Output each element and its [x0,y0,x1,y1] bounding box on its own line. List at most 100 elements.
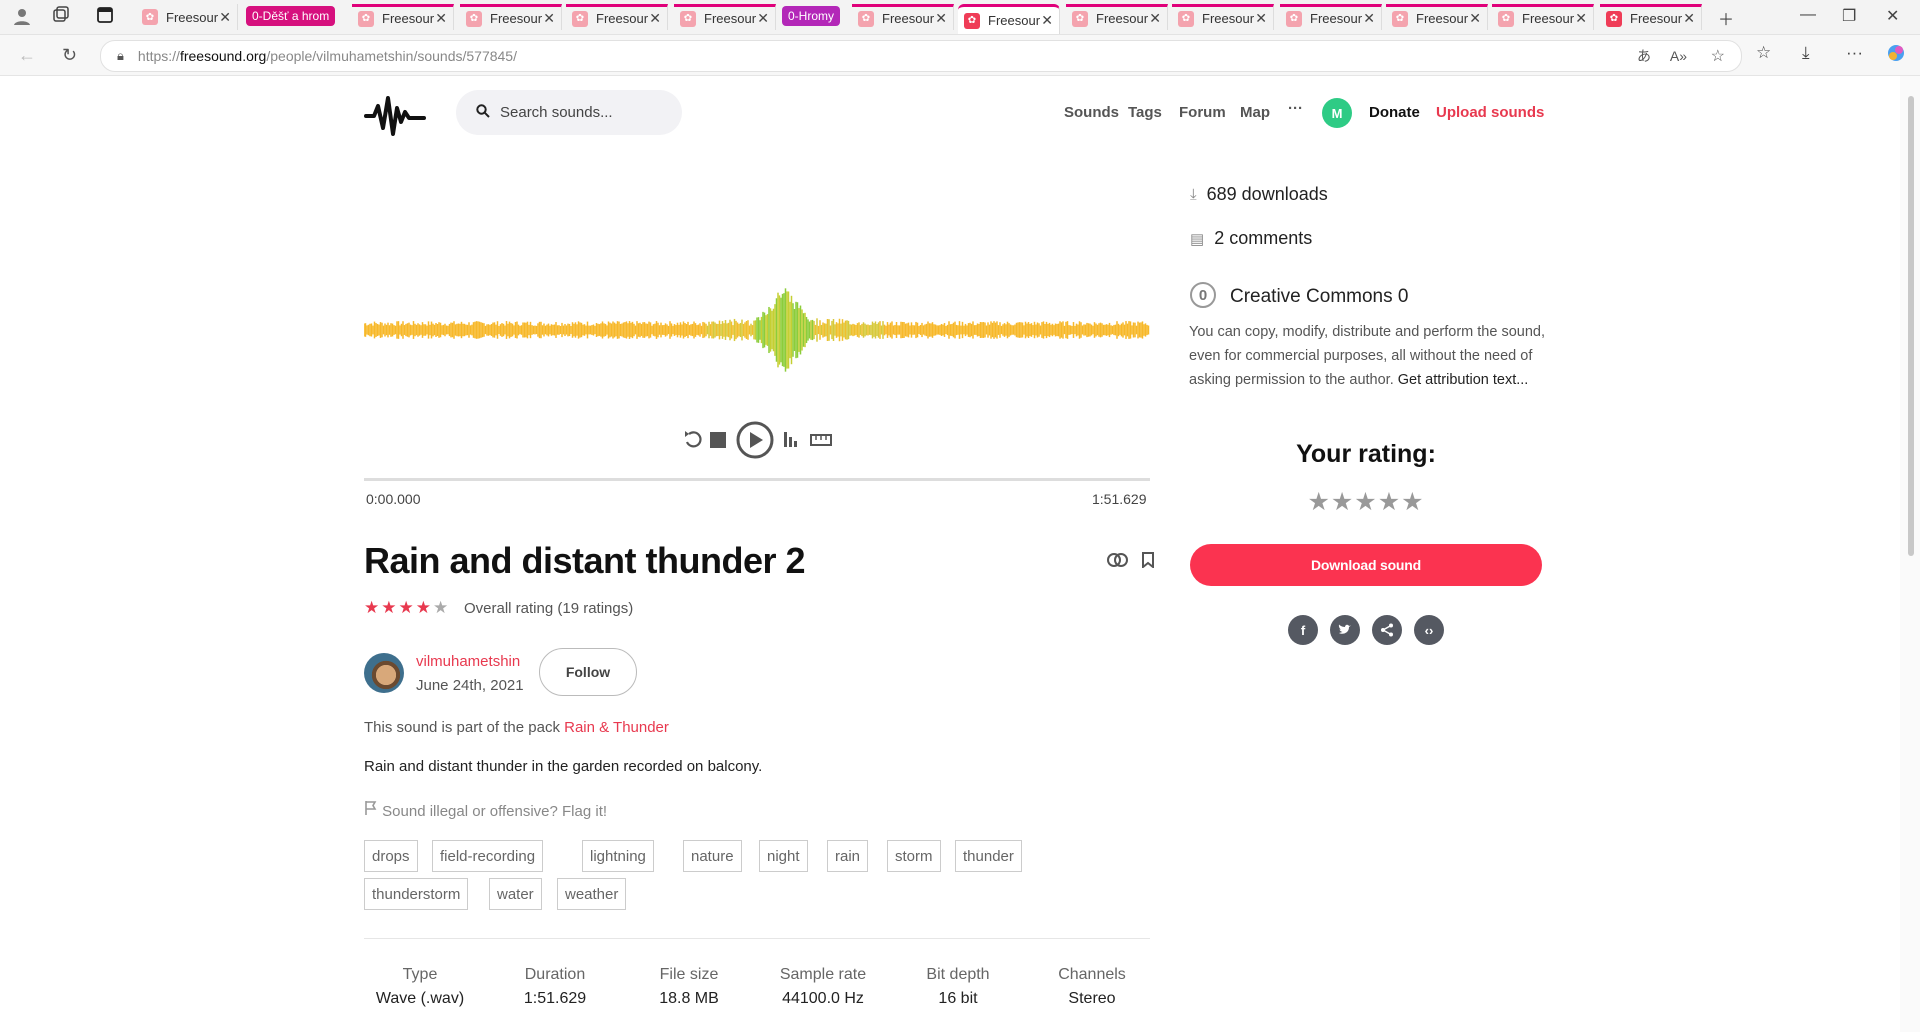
tag-item[interactable]: field-recording [432,840,544,872]
tab-close-icon[interactable]: ✕ [649,10,661,27]
tag-item[interactable]: lightning [582,840,654,872]
bookmark-icon[interactable] [1141,552,1155,572]
scrollbar-thumb[interactable] [1908,96,1914,556]
flag-link[interactable]: Sound illegal or offensive? Flag it! [364,800,607,820]
follow-button[interactable]: Follow [539,648,637,696]
tag-item[interactable]: thunderstorm [364,878,469,910]
freesound-favicon-icon: ✿ [1072,10,1088,27]
browser-tab[interactable]: ✿ Freesour ✕ [958,4,1060,34]
nav-more-icon[interactable]: ··· [1288,100,1303,117]
new-tab-icon[interactable]: ＋ [1718,6,1734,30]
facebook-share-icon[interactable]: f [1288,615,1318,645]
tab-close-icon[interactable]: ✕ [1469,10,1481,27]
tag-item[interactable]: water [489,878,542,910]
copilot-icon[interactable] [1886,43,1906,68]
similar-sounds-icon[interactable] [1106,552,1135,572]
attribution-link[interactable]: Get attribution text... [1398,372,1529,388]
loop-icon[interactable] [685,431,702,448]
user-avatar[interactable] [364,653,404,693]
tag-item[interactable]: thunder [955,840,1022,872]
refresh-icon[interactable]: ↻ [62,45,77,66]
browser-tab[interactable]: ✿ Freesour ✕ [852,4,954,30]
browser-tab[interactable]: ✿ Freesour ✕ [1172,4,1274,30]
divider [364,938,1150,939]
browser-tab[interactable]: ✿ Freesour ✕ [1600,4,1702,30]
url-field[interactable]: 🔒︎ https://freesound.org/people/vilmuham… [100,40,1742,72]
lock-icon[interactable]: 🔒︎ [117,48,124,64]
tag-item[interactable]: rain [827,840,869,872]
donate-link[interactable]: Donate [1369,104,1420,121]
embed-icon[interactable]: ‹› [1414,615,1444,645]
comments-stat[interactable]: ▤ 2 comments [1190,228,1312,249]
tab-close-icon[interactable]: ✕ [757,10,769,27]
tab-close-icon[interactable]: ✕ [1041,12,1053,29]
collections-icon[interactable] [52,6,70,29]
nav-forum[interactable]: Forum [1179,104,1226,121]
tag-item[interactable]: storm [887,840,941,872]
translate-icon[interactable]: あ [1637,46,1651,66]
upload-sounds-link[interactable]: Upload sounds [1436,104,1544,121]
pack-link[interactable]: Rain & Thunder [564,719,669,736]
read-aloud-icon[interactable]: A» [1670,48,1687,64]
browser-tab[interactable]: ✿ Freesour ✕ [136,4,238,30]
tab-close-icon[interactable]: ✕ [219,9,231,26]
tab-close-icon[interactable]: ✕ [435,10,447,27]
tab-group-label[interactable]: 0-Hromy [782,6,841,26]
license-title[interactable]: Creative Commons 0 [1230,286,1408,308]
browser-tab[interactable]: ✿ Freesour ✕ [1280,4,1382,30]
freesound-logo[interactable] [364,92,426,143]
tab-close-icon[interactable]: ✕ [1683,10,1695,27]
spectrogram-icon[interactable] [784,432,797,447]
your-rating-stars[interactable]: ★★★★★ [1190,487,1542,517]
profile-icon[interactable] [12,6,32,31]
downloads-stat[interactable]: ⤓ 689 downloads [1190,184,1328,205]
progress-bar[interactable] [364,478,1150,481]
search-placeholder: Search sounds... [500,104,613,121]
upload-date: June 24th, 2021 [416,677,524,694]
tab-close-icon[interactable]: ✕ [1149,10,1161,27]
play-icon[interactable] [736,421,774,459]
tab-close-icon[interactable]: ✕ [1575,10,1587,27]
nav-map[interactable]: Map [1240,104,1270,121]
twitter-share-icon[interactable] [1330,615,1360,645]
browser-tab[interactable]: ✿ Freesour ✕ [1492,4,1594,30]
browser-tab[interactable]: ✿ Freesour ✕ [1066,4,1168,30]
tab-close-icon[interactable]: ✕ [935,10,947,27]
favorites-icon[interactable]: ☆ [1756,43,1771,63]
back-icon[interactable]: ← [18,45,36,66]
search-input[interactable]: Search sounds... [456,90,682,135]
tab-close-icon[interactable]: ✕ [543,10,555,27]
tag-item[interactable]: nature [683,840,742,872]
ruler-icon[interactable] [810,434,832,446]
metadata-value: 18.8 MB [659,990,719,1007]
tag-item[interactable]: night [759,840,808,872]
tab-actions-icon[interactable] [96,6,114,29]
browser-tab[interactable]: ✿ Freesour ✕ [674,4,776,30]
freesound-favicon-icon: ✿ [964,12,980,29]
more-menu-icon[interactable]: ··· [1846,43,1863,63]
browser-tab[interactable]: ✿ Freesour ✕ [352,4,454,30]
nav-tags[interactable]: Tags [1128,104,1162,121]
downloads-icon[interactable]: ⤓ [1802,43,1810,63]
tab-group-label[interactable]: 0-Děšť a hrom [246,6,336,26]
user-avatar-menu[interactable]: M [1322,98,1352,128]
browser-tab[interactable]: ✿ Freesour ✕ [566,4,668,30]
tab-close-icon[interactable]: ✕ [1255,10,1267,27]
waveform[interactable] [364,280,1150,380]
restore-icon[interactable]: ❐ [1842,6,1856,26]
favorite-star-icon[interactable]: ☆ [1711,46,1725,66]
nav-sounds[interactable]: Sounds [1064,104,1119,121]
browser-tab[interactable]: ✿ Freesour ✕ [460,4,562,30]
close-window-icon[interactable]: ✕ [1886,6,1899,26]
minimize-icon[interactable]: — [1800,6,1816,24]
tab-close-icon[interactable]: ✕ [1363,10,1375,27]
share-icon[interactable] [1372,615,1402,645]
stop-icon[interactable] [710,432,726,448]
scrollbar[interactable] [1900,76,1920,1032]
tag-item[interactable]: drops [364,840,418,872]
search-icon [476,103,490,122]
browser-tab[interactable]: ✿ Freesour ✕ [1386,4,1488,30]
download-sound-button[interactable]: Download sound [1190,544,1542,586]
username-link[interactable]: vilmuhametshin [416,653,520,670]
tag-item[interactable]: weather [557,878,627,910]
